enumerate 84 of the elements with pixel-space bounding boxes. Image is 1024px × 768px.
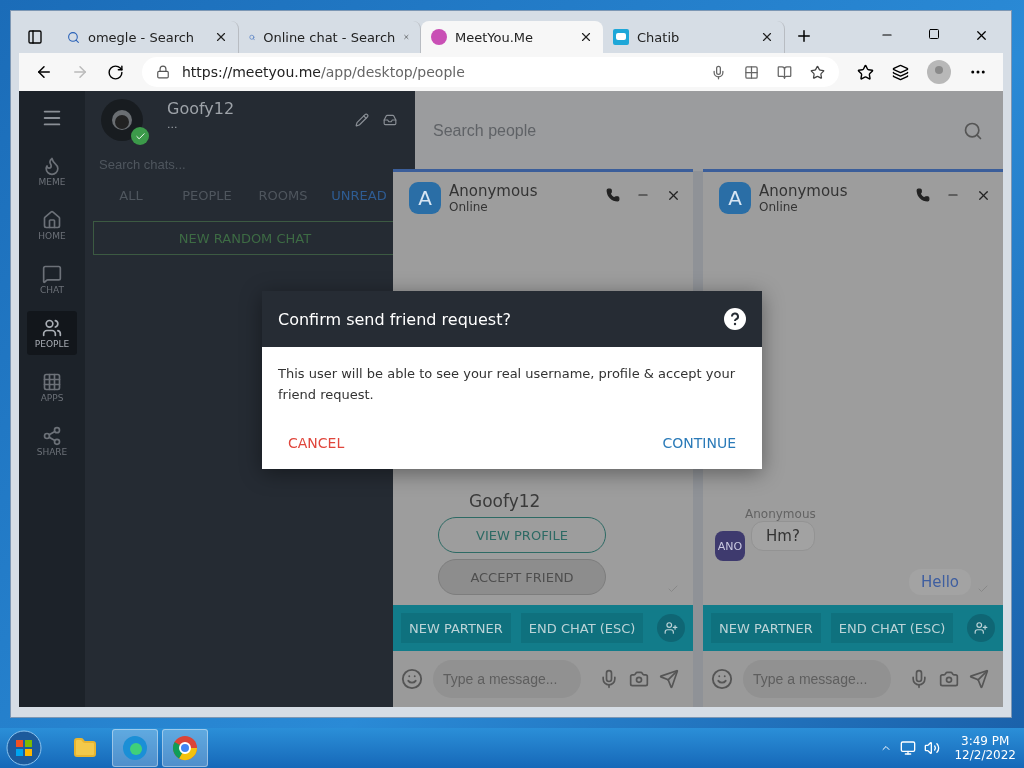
nav-item[interactable]: CHAT bbox=[27, 257, 77, 301]
cancel-button[interactable]: CANCEL bbox=[278, 431, 355, 455]
collections-icon[interactable] bbox=[892, 63, 909, 81]
microphone-icon[interactable] bbox=[711, 64, 726, 80]
network-icon[interactable] bbox=[900, 740, 917, 756]
flame-icon bbox=[42, 155, 62, 176]
camera-icon[interactable] bbox=[629, 669, 649, 689]
favicon-icon bbox=[431, 29, 447, 45]
maximize-icon[interactable] bbox=[928, 28, 940, 40]
partner-avatar: A bbox=[409, 182, 441, 214]
phone-icon[interactable] bbox=[916, 188, 930, 202]
inbox-icon[interactable] bbox=[383, 113, 397, 127]
people-icon bbox=[42, 317, 62, 338]
add-friend-button[interactable] bbox=[967, 614, 995, 642]
profile-status: ... bbox=[167, 118, 179, 131]
dialog-title: Confirm send friend request? bbox=[278, 309, 511, 329]
nav-item[interactable]: PEOPLE bbox=[27, 311, 77, 355]
profile-avatar-icon[interactable] bbox=[927, 60, 951, 84]
chat-action-button[interactable]: END CHAT (ESC) bbox=[520, 613, 644, 643]
search-icon bbox=[67, 30, 80, 44]
start-button[interactable] bbox=[6, 730, 42, 766]
share-icon bbox=[42, 425, 62, 446]
chat-action-button[interactable]: NEW PARTNER bbox=[401, 613, 511, 643]
microphone-icon[interactable] bbox=[599, 669, 619, 689]
chat-bubble-icon bbox=[613, 29, 629, 45]
clock-time: 3:49 PM bbox=[961, 734, 1010, 748]
add-user-icon bbox=[974, 621, 988, 635]
emoji-icon[interactable] bbox=[711, 668, 733, 690]
continue-button[interactable]: CONTINUE bbox=[652, 431, 746, 455]
emoji-icon[interactable] bbox=[401, 668, 423, 690]
profile-name: Goofy12 bbox=[469, 491, 541, 511]
lock-icon bbox=[156, 65, 170, 79]
filter-tab[interactable]: UNREAD bbox=[321, 182, 397, 209]
tab-actions-icon[interactable] bbox=[27, 29, 43, 45]
favorite-icon[interactable] bbox=[810, 64, 825, 80]
chat-action-button[interactable]: NEW PARTNER bbox=[711, 613, 821, 643]
chat-icon bbox=[42, 263, 62, 284]
favorites-icon[interactable] bbox=[857, 63, 874, 81]
close-icon[interactable] bbox=[974, 28, 989, 43]
nav-item[interactable]: APPS bbox=[27, 365, 77, 409]
nav-item[interactable]: HOME bbox=[27, 203, 77, 247]
apps-icon bbox=[42, 371, 62, 392]
close-icon[interactable] bbox=[214, 30, 228, 44]
back-icon[interactable] bbox=[35, 63, 53, 81]
add-friend-button[interactable] bbox=[657, 614, 685, 642]
edit-icon[interactable] bbox=[355, 113, 369, 127]
new-tab-icon[interactable] bbox=[795, 27, 813, 45]
close-icon[interactable] bbox=[666, 188, 681, 203]
address-field[interactable]: https://meetyou.me/app/desktop/people bbox=[142, 57, 839, 87]
browser-icon[interactable] bbox=[162, 729, 208, 767]
people-search-field[interactable]: Search people bbox=[431, 121, 963, 141]
clock-date: 12/2/2022 bbox=[954, 748, 1016, 762]
user-avatar[interactable] bbox=[101, 99, 143, 141]
help-icon[interactable] bbox=[724, 308, 746, 330]
close-icon[interactable] bbox=[976, 188, 991, 203]
sender-avatar: ANO bbox=[715, 531, 745, 561]
dialog-message: This user will be able to see your real username, profile & accept your friend request. bbox=[277, 365, 737, 404]
home-icon bbox=[42, 209, 62, 230]
nav-item[interactable]: SHARE bbox=[27, 419, 77, 463]
send-icon[interactable] bbox=[659, 669, 679, 689]
close-icon[interactable] bbox=[760, 30, 774, 44]
apps-icon[interactable] bbox=[744, 64, 759, 80]
camera-icon[interactable] bbox=[939, 669, 959, 689]
partner-status: Online bbox=[449, 200, 489, 214]
add-user-icon bbox=[664, 621, 678, 635]
read-aloud-icon[interactable] bbox=[777, 64, 792, 80]
volume-icon[interactable] bbox=[924, 740, 941, 756]
reload-icon[interactable] bbox=[107, 63, 124, 81]
browser-tab[interactable]: MeetYou.Me bbox=[421, 21, 603, 53]
microphone-icon[interactable] bbox=[909, 669, 929, 689]
sender-name: Anonymous bbox=[745, 507, 817, 521]
nav-item[interactable]: MEME bbox=[27, 149, 77, 193]
close-icon[interactable] bbox=[579, 30, 593, 44]
message-bubble: Hm? bbox=[751, 521, 815, 551]
partner-name: Anonymous bbox=[449, 182, 538, 200]
phone-icon[interactable] bbox=[606, 188, 620, 202]
message-bubble: Hello bbox=[908, 569, 971, 595]
profile-name: Goofy12 bbox=[167, 99, 235, 118]
partner-avatar: A bbox=[719, 182, 751, 214]
partner-status: Online bbox=[759, 200, 799, 214]
send-icon[interactable] bbox=[969, 669, 989, 689]
search-icon[interactable] bbox=[963, 121, 983, 141]
partner-name: Anonymous bbox=[759, 182, 848, 200]
chat-action-button[interactable]: END CHAT (ESC) bbox=[830, 613, 954, 643]
